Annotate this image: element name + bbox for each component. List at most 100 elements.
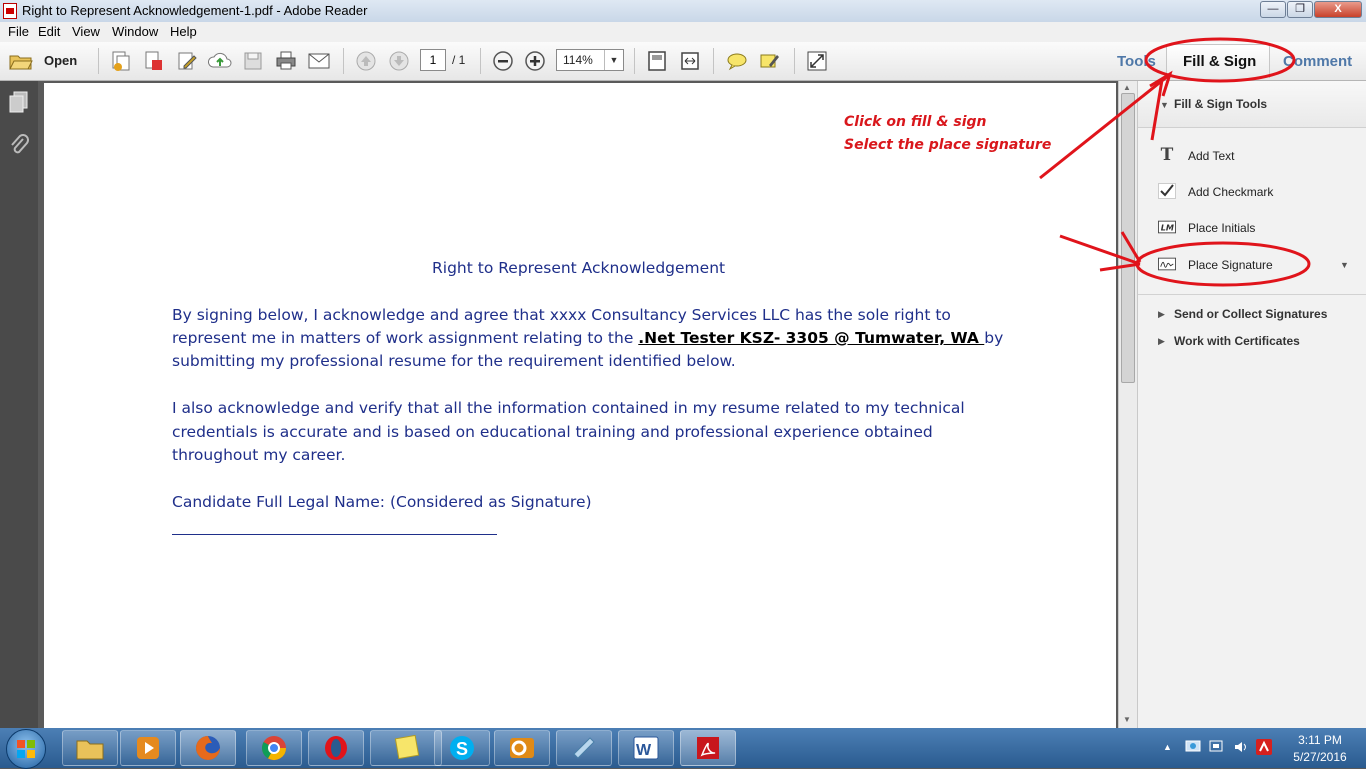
text-T-icon: T bbox=[1160, 145, 1174, 165]
paragraph-2-line-1: I also acknowledge and verify that all t… bbox=[172, 399, 965, 417]
navigation-pane bbox=[0, 81, 38, 728]
collapsed-triangle-icon: ▶ bbox=[1158, 336, 1165, 346]
skype-icon[interactable]: S bbox=[434, 730, 490, 766]
menu-view[interactable]: View bbox=[72, 24, 100, 39]
svg-text:S: S bbox=[456, 739, 468, 759]
toolbar-separator bbox=[98, 48, 99, 74]
next-page-icon[interactable] bbox=[386, 48, 412, 74]
work-with-certificates-section[interactable]: Work with Certificates bbox=[1174, 334, 1300, 348]
fit-page-icon[interactable] bbox=[644, 48, 670, 74]
print-icon[interactable] bbox=[273, 48, 299, 74]
zoom-in-icon[interactable] bbox=[522, 48, 548, 74]
tab-comment[interactable]: Comment bbox=[1283, 53, 1352, 70]
paragraph-2-line-2: credentials is accurate and is based on … bbox=[172, 423, 933, 441]
scroll-down-arrow-icon[interactable]: ▼ bbox=[1123, 715, 1131, 724]
open-button[interactable]: Open bbox=[44, 53, 77, 68]
pane-divider bbox=[1138, 294, 1366, 295]
snipping-tool-icon[interactable] bbox=[556, 730, 612, 766]
opera-icon[interactable] bbox=[308, 730, 364, 766]
fill-sign-tools-title: Fill & Sign Tools bbox=[1174, 97, 1268, 111]
menu-help[interactable]: Help bbox=[170, 24, 197, 39]
highlight-text-icon[interactable] bbox=[757, 48, 783, 74]
paragraph-1-text-end: by bbox=[984, 329, 1004, 347]
checkmark-icon bbox=[1158, 183, 1176, 199]
acrobat-reader-icon[interactable] bbox=[680, 730, 736, 766]
sticky-note-comment-icon[interactable] bbox=[724, 48, 750, 74]
firefox-icon[interactable] bbox=[180, 730, 236, 766]
place-signature-item[interactable]: Place Signature bbox=[1188, 258, 1273, 272]
menu-edit[interactable]: Edit bbox=[38, 24, 60, 39]
chevron-down-icon[interactable]: ▼ bbox=[1340, 260, 1349, 270]
tab-tools[interactable]: Tools bbox=[1117, 53, 1156, 70]
fit-width-icon[interactable] bbox=[677, 48, 703, 74]
window-title: Right to Represent Acknowledgement-1.pdf… bbox=[22, 3, 368, 18]
volume-speaker-icon[interactable] bbox=[1233, 739, 1249, 760]
maximize-button[interactable]: ❐ bbox=[1287, 1, 1313, 18]
zoom-level-value: 114% bbox=[563, 53, 593, 67]
word-icon[interactable]: W bbox=[618, 730, 674, 766]
vertical-scrollbar[interactable]: ▲ ▼ bbox=[1118, 81, 1137, 728]
clock-time[interactable]: 3:11 PM bbox=[1290, 733, 1350, 747]
pdf-page[interactable]: Right to Represent Acknowledgement By si… bbox=[44, 83, 1116, 733]
attachments-paperclip-icon[interactable] bbox=[9, 133, 29, 162]
toolbar-separator bbox=[634, 48, 635, 74]
candidate-name-label: Candidate Full Legal Name: (Considered a… bbox=[172, 493, 592, 511]
initials-icon: LM bbox=[1158, 219, 1176, 235]
page-thumbnails-icon[interactable] bbox=[9, 91, 29, 118]
scrollbar-thumb[interactable] bbox=[1121, 93, 1135, 383]
edit-pdf-icon[interactable] bbox=[174, 48, 200, 74]
menu-window[interactable]: Window bbox=[112, 24, 158, 39]
page-number-input[interactable]: 1 bbox=[420, 49, 446, 71]
collapsed-triangle-icon: ▶ bbox=[1158, 309, 1165, 319]
place-initials-item[interactable]: Place Initials bbox=[1188, 221, 1255, 235]
zoom-out-icon[interactable] bbox=[490, 48, 516, 74]
menu-file[interactable]: File bbox=[8, 24, 29, 39]
email-icon[interactable] bbox=[306, 48, 332, 74]
page-total: / 1 bbox=[452, 53, 466, 67]
minimize-button[interactable]: — bbox=[1260, 1, 1286, 18]
annotation-text-line-1: Click on fill & sign bbox=[844, 114, 987, 130]
chevron-down-icon[interactable]: ▼ bbox=[604, 50, 623, 70]
fill-sign-pane: ▼ Fill & Sign Tools T Add Text Add Check… bbox=[1137, 81, 1366, 728]
media-player-icon[interactable] bbox=[120, 730, 176, 766]
adobe-reader-app-icon bbox=[3, 3, 17, 19]
title-bar: Right to Represent Acknowledgement-1.pdf… bbox=[0, 0, 1366, 23]
chrome-icon[interactable] bbox=[246, 730, 302, 766]
outlook-icon[interactable] bbox=[494, 730, 550, 766]
toolbar-separator bbox=[480, 48, 481, 74]
paragraph-1-line-2: represent me in matters of work assignme… bbox=[172, 327, 1003, 350]
sticky-notes-icon[interactable] bbox=[370, 730, 442, 766]
toolbar-separator bbox=[713, 48, 714, 74]
add-checkmark-item[interactable]: Add Checkmark bbox=[1188, 185, 1273, 199]
save-icon[interactable] bbox=[240, 48, 266, 74]
upload-cloud-icon[interactable] bbox=[207, 48, 233, 74]
paragraph-1-text: represent me in matters of work assignme… bbox=[172, 329, 639, 347]
network-sync-tray-icon[interactable] bbox=[1185, 739, 1201, 760]
send-collect-signatures-section[interactable]: Send or Collect Signatures bbox=[1174, 307, 1327, 321]
clock-date[interactable]: 5/27/2016 bbox=[1284, 750, 1356, 764]
show-hidden-icons-icon[interactable]: ▲ bbox=[1163, 742, 1172, 752]
add-text-item[interactable]: Add Text bbox=[1188, 149, 1234, 163]
windows-taskbar: S W ▲ bbox=[0, 728, 1366, 769]
fill-sign-tools-header[interactable]: ▼ Fill & Sign Tools bbox=[1138, 81, 1366, 128]
paragraph-1-line-1: By signing below, I acknowledge and agre… bbox=[172, 306, 951, 324]
start-button[interactable] bbox=[6, 729, 46, 769]
zoom-level-select[interactable]: 114% ▼ bbox=[556, 49, 624, 71]
full-screen-icon[interactable] bbox=[804, 48, 830, 74]
open-folder-icon[interactable] bbox=[8, 48, 34, 74]
signature-line bbox=[172, 534, 497, 535]
action-center-flag-icon[interactable] bbox=[1209, 739, 1225, 760]
document-heading: Right to Represent Acknowledgement bbox=[432, 259, 726, 277]
previous-page-icon[interactable] bbox=[353, 48, 379, 74]
create-pdf-icon[interactable] bbox=[108, 48, 134, 74]
scroll-up-arrow-icon[interactable]: ▲ bbox=[1123, 83, 1131, 92]
paragraph-1-line-3: submitting my professional resume for th… bbox=[172, 352, 736, 370]
export-pdf-icon[interactable] bbox=[141, 48, 167, 74]
toolbar-separator bbox=[794, 48, 795, 74]
antivirus-tray-icon[interactable] bbox=[1256, 739, 1272, 760]
close-button[interactable]: X bbox=[1314, 1, 1362, 18]
svg-text:LM: LM bbox=[1161, 223, 1174, 233]
tab-fill-sign[interactable]: Fill & Sign bbox=[1183, 53, 1256, 70]
explorer-icon[interactable] bbox=[62, 730, 118, 766]
paragraph-2-line-3: throughout my career. bbox=[172, 446, 346, 464]
